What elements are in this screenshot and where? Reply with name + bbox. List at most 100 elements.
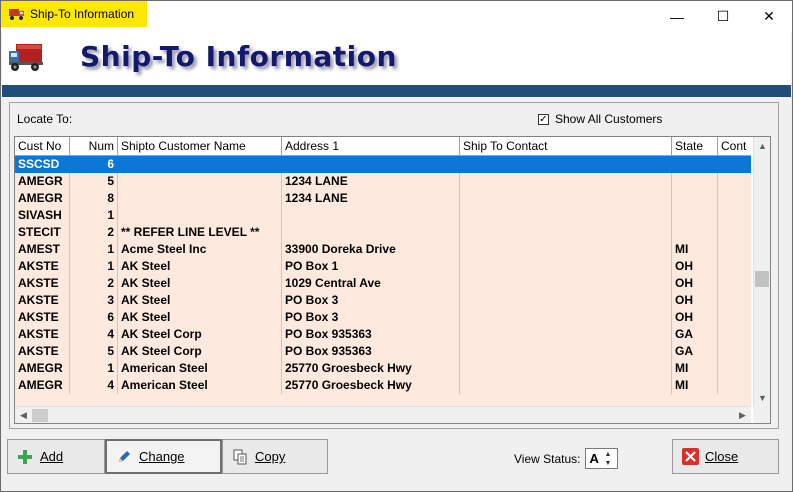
cell-ship-to-contact [460,377,672,394]
cell-address-1: PO Box 935363 [282,343,460,360]
cell-ship-to-contact [460,207,672,224]
cell-ship-to-contact [460,258,672,275]
table-row[interactable]: AMEGR 8 1234 LANE [15,190,751,207]
cell-ship-to-contact [460,326,672,343]
scroll-down-icon[interactable]: ▼ [754,389,770,406]
cell-cont [718,326,751,343]
header-band: Ship-To Information [2,32,791,85]
checkbox-checked-icon[interactable]: ✓ [538,113,549,125]
cell-shipto-name: AK Steel [118,258,282,275]
cell-ship-to-contact [460,292,672,309]
scroll-up-icon[interactable]: ▲ [754,137,770,154]
table-row[interactable]: AKSTE 6 AK Steel PO Box 3 OH [15,309,751,326]
cell-state: OH [672,275,718,292]
spinner-arrows-icon[interactable]: ▲ ▼ [604,450,611,468]
cell-ship-to-contact [460,360,672,377]
maximize-button[interactable]: ☐ [700,1,746,32]
cell-shipto-name [118,207,282,224]
truck-logo-icon [8,40,46,74]
cell-cust-no: STECIT [15,224,70,241]
cell-cont [718,173,751,190]
cell-cont [718,207,751,224]
col-header-num[interactable]: Num [70,137,118,156]
table-row[interactable]: SSCSD 6 [15,156,751,173]
view-status-value[interactable]: A [586,451,604,466]
table-row[interactable]: SIVASH 1 [15,207,751,224]
table-row[interactable]: AMEGR 1 American Steel 25770 Groesbeck Hwy M… [15,360,751,377]
cell-shipto-name [118,173,282,190]
col-header-state[interactable]: State [672,137,718,156]
cell-state: MI [672,241,718,258]
horizontal-scroll-thumb[interactable] [32,409,48,422]
cell-cont [718,309,751,326]
table-row[interactable]: AMEST 1 Acme Steel Inc 33900 Doreka Drive MI [15,241,751,258]
ship-to-window: Ship-To Information — ☐ ✕ Ship-To Inform… [0,0,793,492]
close-button[interactable]: Close [672,439,779,474]
change-button[interactable]: Change [105,439,222,474]
col-header-cont[interactable]: Cont [718,137,751,156]
close-window-button[interactable]: ✕ [746,1,792,32]
maximize-icon: ☐ [716,8,730,24]
cell-num: 8 [70,190,118,207]
table-row[interactable]: AKSTE 4 AK Steel Corp PO Box 935363 GA [15,326,751,343]
minimize-button[interactable]: — [654,1,700,32]
locate-label: Locate To: [17,112,73,126]
cell-cont [718,241,751,258]
title-tab: Ship-To Information [1,1,147,27]
table-row[interactable]: AKSTE 3 AK Steel PO Box 3 OH [15,292,751,309]
cell-cust-no: SIVASH [15,207,70,224]
cell-num: 5 [70,173,118,190]
cell-cust-no: AKSTE [15,258,70,275]
copy-button[interactable]: Copy [222,439,328,474]
cell-shipto-name: ** REFER LINE LEVEL ** [118,224,282,241]
scroll-left-icon[interactable]: ◀ [15,407,32,423]
cell-num: 5 [70,343,118,360]
close-icon: ✕ [763,8,775,24]
col-header-cust-no[interactable]: Cust No [15,137,70,156]
vertical-scrollbar[interactable]: ▲ ▼ [753,137,770,406]
cell-cust-no: AKSTE [15,309,70,326]
view-status-spinner[interactable]: A ▲ ▼ [585,448,619,469]
cell-cust-no: AMEGR [15,377,70,394]
truck-icon [9,7,25,21]
ship-to-grid[interactable]: Cust No Num Shipto Customer Name Address… [14,136,771,424]
vertical-scroll-thumb[interactable] [755,271,769,287]
cell-num: 4 [70,326,118,343]
window-title: Ship-To Information [30,7,135,21]
copy-label: Copy [255,449,286,464]
show-all-customers-checkbox[interactable]: ✓ Show All Customers [538,112,662,126]
cell-cust-no: AKSTE [15,326,70,343]
table-row[interactable]: AKSTE 2 AK Steel 1029 Central Ave OH [15,275,751,292]
close-label: Close [705,449,739,464]
title-bar[interactable]: Ship-To Information — ☐ ✕ [1,1,792,32]
cell-num: 6 [70,156,118,173]
table-row[interactable]: STECIT 2 ** REFER LINE LEVEL ** [15,224,751,241]
scroll-right-icon[interactable]: ▶ [734,407,751,423]
col-header-address-1[interactable]: Address 1 [282,137,460,156]
cell-num: 1 [70,207,118,224]
horizontal-scrollbar[interactable]: ◀ ▶ [15,406,751,423]
table-row[interactable]: AKSTE 1 AK Steel PO Box 1 OH [15,258,751,275]
grid-header: Cust No Num Shipto Customer Name Address… [15,137,751,156]
col-header-shipto-name[interactable]: Shipto Customer Name [118,137,282,156]
add-button[interactable]: Add [7,439,105,474]
cell-num: 6 [70,309,118,326]
table-row[interactable]: AKSTE 5 AK Steel Corp PO Box 935363 GA [15,343,751,360]
cell-num: 2 [70,275,118,292]
header-divider [2,85,791,97]
table-row[interactable]: AMEGR 5 1234 LANE [15,173,751,190]
cell-state [672,156,718,173]
cell-state: MI [672,360,718,377]
cell-state [672,224,718,241]
view-status: View Status: A ▲ ▼ [514,448,619,469]
cell-cust-no: AMEGR [15,360,70,377]
cell-cont [718,224,751,241]
col-header-ship-to-contact[interactable]: Ship To Contact [460,137,672,156]
cell-address-1 [282,156,460,173]
cell-shipto-name: American Steel [118,377,282,394]
cell-cust-no: AMEGR [15,190,70,207]
table-row[interactable]: AMEGR 4 American Steel 25770 Groesbeck Hwy M… [15,377,751,394]
cell-cont [718,190,751,207]
cell-state: GA [672,326,718,343]
cell-address-1: 25770 Groesbeck Hwy [282,377,460,394]
